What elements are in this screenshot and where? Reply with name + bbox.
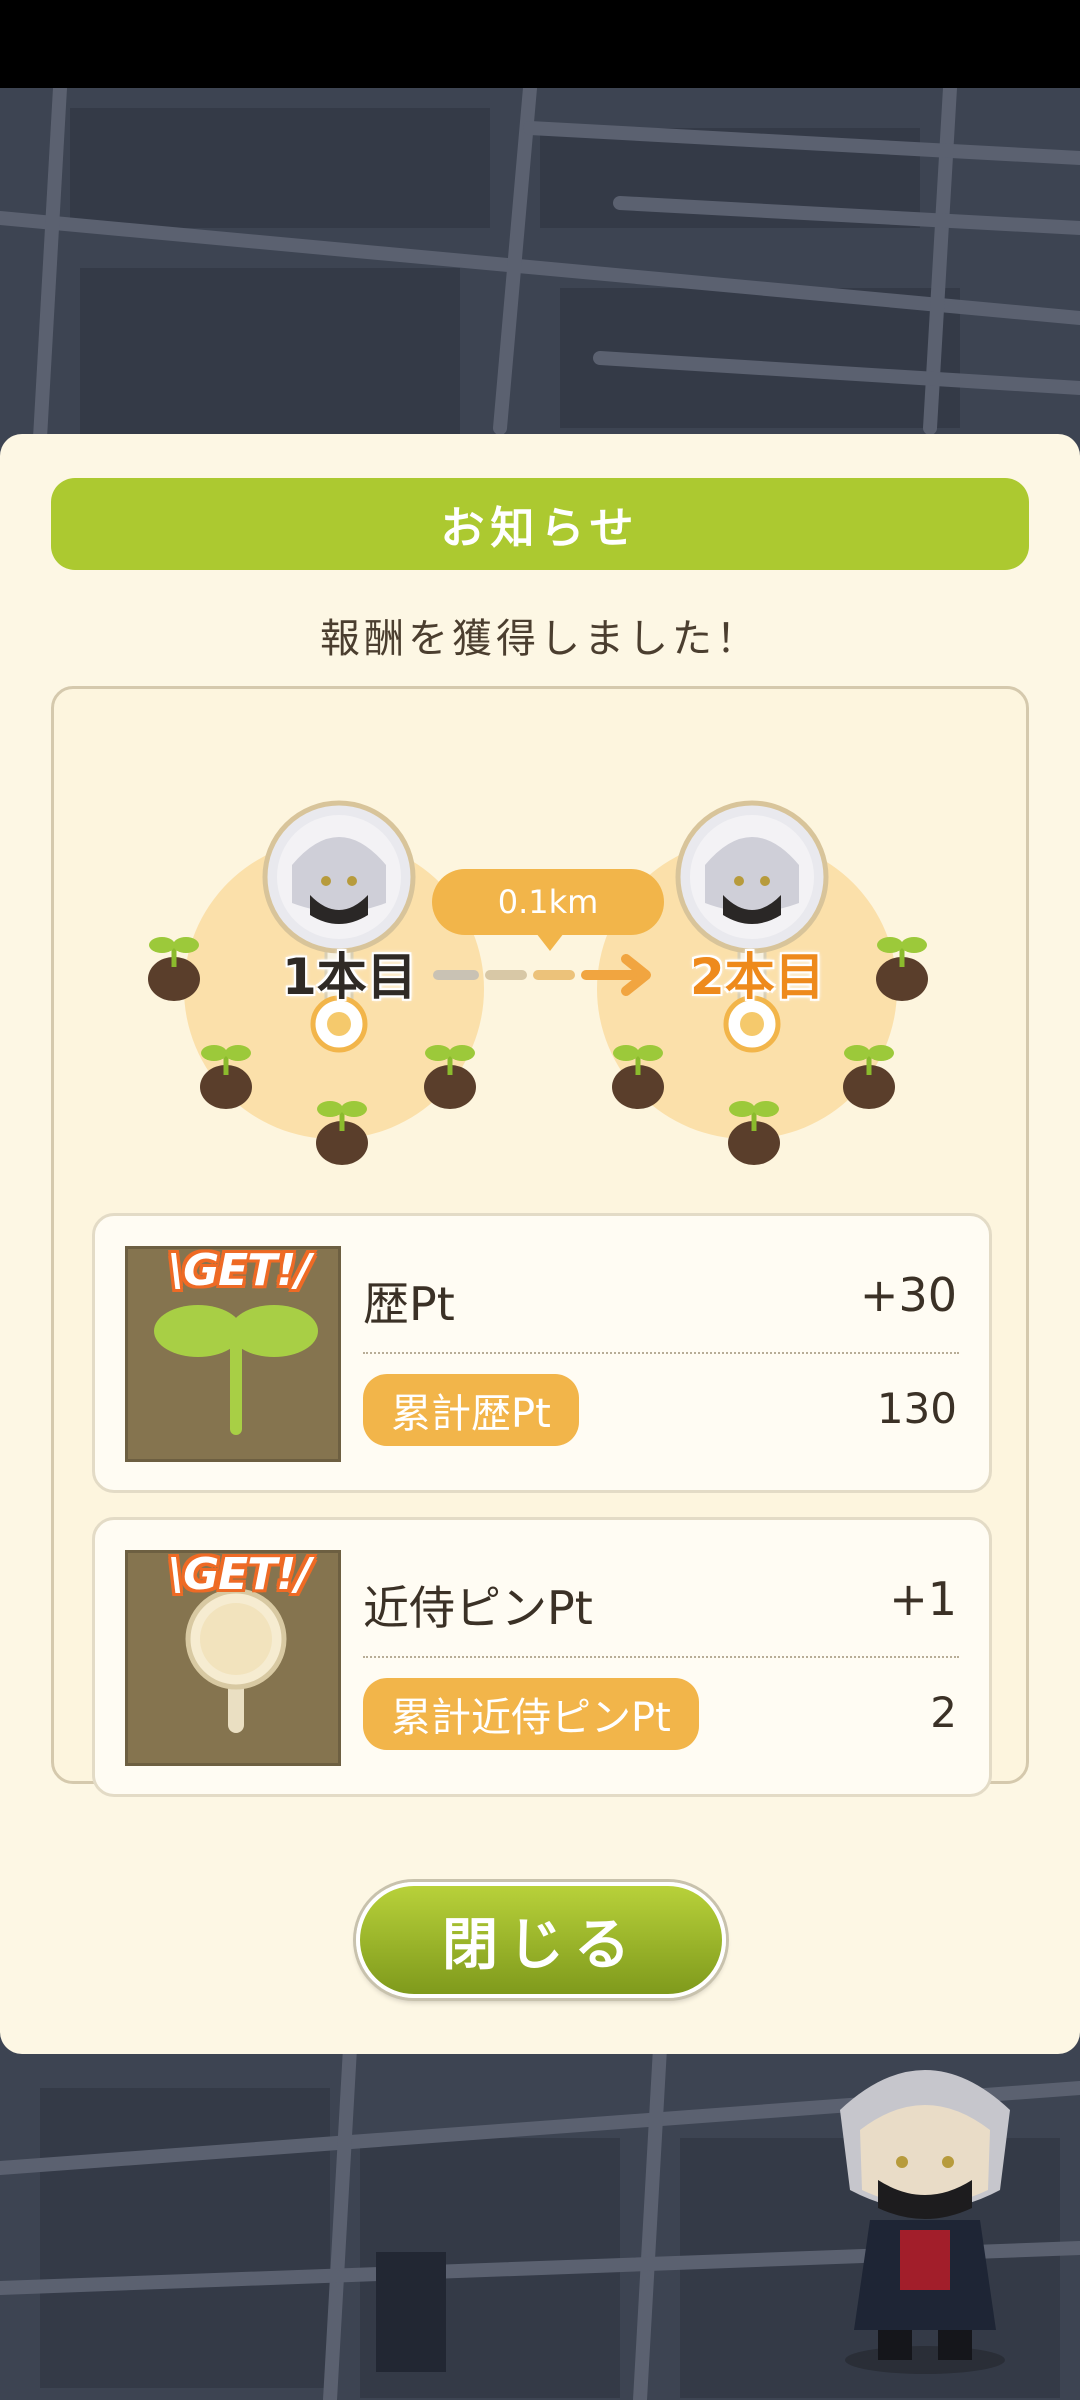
reward-name: 近侍ピンPt <box>363 1581 593 1635</box>
total-label-badge: 累計歴Pt <box>363 1374 579 1446</box>
close-button[interactable]: 閉じる <box>356 1882 726 1998</box>
reward-card-pin: \GET!/ 近侍ピンPt +1 累計近侍ピンPt 2 <box>92 1517 992 1797</box>
notice-dialog: お知らせ 報酬を獲得しました！ 0.1km 1本目 2本目 \GET!/ 歴Pt… <box>0 434 1080 2054</box>
route-illustration: 0.1km 1本目 2本目 <box>54 689 1032 1209</box>
companion-character[interactable] <box>800 2040 1050 2380</box>
get-badge: \GET!/ <box>168 1549 311 1600</box>
get-badge: \GET!/ <box>168 1245 311 1296</box>
reward-thumbnail: \GET!/ <box>125 1549 341 1766</box>
reward-value: +1 <box>889 1572 957 1626</box>
next-tree-label: 2本目 <box>690 948 825 1006</box>
status-bar <box>0 0 1080 88</box>
start-tree-label: 1本目 <box>282 948 417 1006</box>
distance-badge: 0.1km <box>432 869 664 951</box>
total-value: 2 <box>930 1688 957 1737</box>
dialog-title: お知らせ <box>51 478 1029 570</box>
reward-value: +30 <box>859 1268 957 1322</box>
divider <box>363 1352 959 1354</box>
dialog-subtitle: 報酬を獲得しました！ <box>320 616 760 662</box>
reward-card-reki: \GET!/ 歴Pt +30 累計歴Pt 130 <box>92 1213 992 1493</box>
total-label-badge: 累計近侍ピンPt <box>363 1678 699 1750</box>
divider <box>363 1656 959 1658</box>
reward-content-box: 0.1km 1本目 2本目 \GET!/ 歴Pt +30 累計歴Pt 130 \… <box>51 686 1032 1797</box>
reward-name: 歴Pt <box>363 1277 455 1331</box>
total-value: 130 <box>876 1384 957 1433</box>
reward-thumbnail: \GET!/ <box>125 1245 341 1462</box>
